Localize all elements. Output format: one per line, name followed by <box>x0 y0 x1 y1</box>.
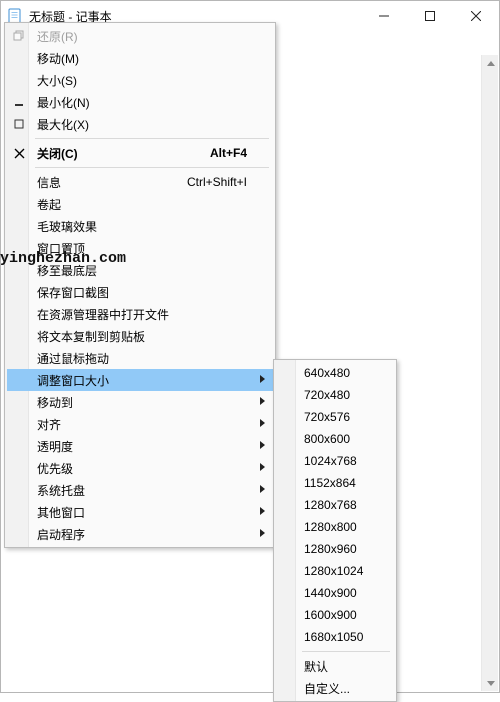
menu-item-open-in-explorer[interactable]: 在资源管理器中打开文件 <box>7 303 273 325</box>
menu-separator <box>7 135 273 142</box>
resize-option-1280x768[interactable]: 1280x768 <box>276 494 394 516</box>
resize-option-1680x1050[interactable]: 1680x1050 <box>276 626 394 648</box>
menu-item-aeroglass[interactable]: 毛玻璃效果 <box>7 215 273 237</box>
menu-item-priority[interactable]: 优先级 <box>7 457 273 479</box>
close-icon <box>11 145 27 161</box>
menu-item-drag-by-mouse[interactable]: 通过鼠标拖动 <box>7 347 273 369</box>
minimize-button[interactable] <box>361 1 407 31</box>
restore-icon <box>11 28 27 44</box>
resize-option-1280x800[interactable]: 1280x800 <box>276 516 394 538</box>
submenu-arrow-icon <box>260 485 265 493</box>
submenu-arrow-icon <box>260 419 265 427</box>
menu-item-info[interactable]: 信息 Ctrl+Shift+I <box>7 171 273 193</box>
menu-item-restore[interactable]: 还原(R) <box>7 25 273 47</box>
menu-separator <box>7 164 273 171</box>
menu-item-minimize[interactable]: 最小化(N) <box>7 91 273 113</box>
submenu-arrow-icon <box>260 397 265 405</box>
menu-item-system-tray[interactable]: 系统托盘 <box>7 479 273 501</box>
submenu-arrow-icon <box>260 507 265 515</box>
resize-option-800x600[interactable]: 800x600 <box>276 428 394 450</box>
scroll-up-button[interactable] <box>482 55 499 72</box>
scroll-down-button[interactable] <box>482 674 499 691</box>
resize-option-640x480[interactable]: 640x480 <box>276 362 394 384</box>
submenu-arrow-icon <box>260 375 265 383</box>
resize-option-default[interactable]: 默认 <box>276 655 394 677</box>
submenu-arrow-icon <box>260 463 265 471</box>
menu-item-move-to[interactable]: 移动到 <box>7 391 273 413</box>
resize-option-1280x960[interactable]: 1280x960 <box>276 538 394 560</box>
resize-option-1280x1024[interactable]: 1280x1024 <box>276 560 394 582</box>
maximize-button[interactable] <box>407 1 453 31</box>
menu-item-close[interactable]: 关闭(C) Alt+F4 <box>7 142 273 164</box>
maximize-icon <box>11 116 27 132</box>
resize-option-1024x768[interactable]: 1024x768 <box>276 450 394 472</box>
resize-submenu: 640x480 720x480 720x576 800x600 1024x768… <box>273 359 397 702</box>
close-button[interactable] <box>453 1 499 31</box>
resize-option-720x480[interactable]: 720x480 <box>276 384 394 406</box>
resize-option-1600x900[interactable]: 1600x900 <box>276 604 394 626</box>
menu-item-send-to-bottom[interactable]: 移至最底层 <box>7 259 273 281</box>
system-context-menu: 还原(R) 移动(M) 大小(S) 最小化(N) 最大化(X) 关闭(C) Al… <box>4 22 276 548</box>
resize-option-custom[interactable]: 自定义... <box>276 677 394 699</box>
menu-item-maximize[interactable]: 最大化(X) <box>7 113 273 135</box>
resize-option-720x576[interactable]: 720x576 <box>276 406 394 428</box>
submenu-arrow-icon <box>260 441 265 449</box>
submenu-arrow-icon <box>260 529 265 537</box>
menu-item-rollup[interactable]: 卷起 <box>7 193 273 215</box>
menu-item-start-program[interactable]: 启动程序 <box>7 523 273 545</box>
minimize-icon <box>11 94 27 110</box>
resize-option-1152x864[interactable]: 1152x864 <box>276 472 394 494</box>
menu-item-move[interactable]: 移动(M) <box>7 47 273 69</box>
menu-item-transparency[interactable]: 透明度 <box>7 435 273 457</box>
menu-item-align[interactable]: 对齐 <box>7 413 273 435</box>
menu-item-save-screenshot[interactable]: 保存窗口截图 <box>7 281 273 303</box>
menu-separator <box>276 648 394 655</box>
menu-item-always-on-top[interactable]: 窗口置顶 <box>7 237 273 259</box>
menu-item-resize-window[interactable]: 调整窗口大小 <box>7 369 273 391</box>
vertical-scrollbar[interactable] <box>481 55 498 691</box>
menu-item-copy-text-to-clipboard[interactable]: 将文本复制到剪贴板 <box>7 325 273 347</box>
resize-option-1440x900[interactable]: 1440x900 <box>276 582 394 604</box>
menu-item-other-windows[interactable]: 其他窗口 <box>7 501 273 523</box>
menu-item-size[interactable]: 大小(S) <box>7 69 273 91</box>
